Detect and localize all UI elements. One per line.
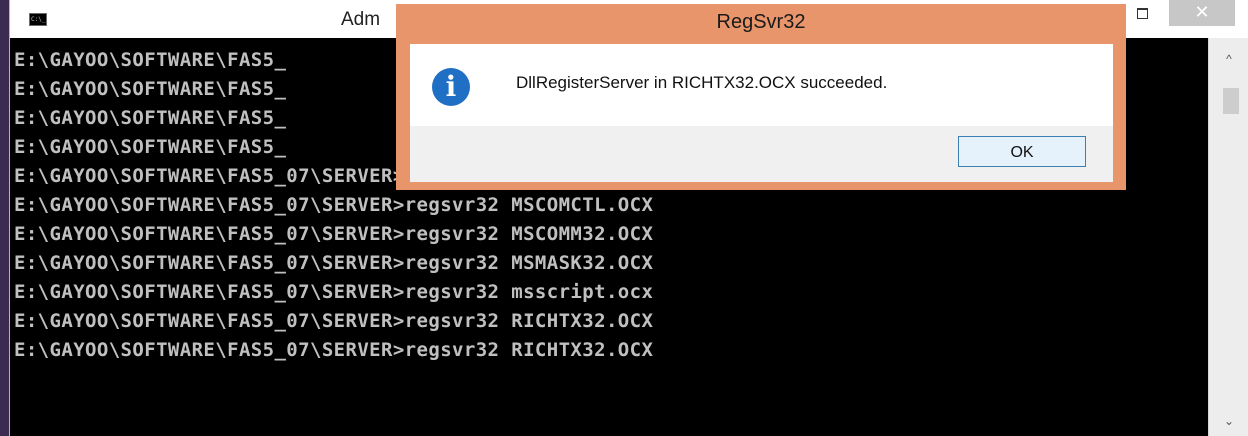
console-line: E:\GAYOO\SOFTWARE\FAS5_ (14, 78, 287, 100)
console-line: E:\GAYOO\SOFTWARE\FAS5_ (14, 107, 287, 129)
info-icon: i (432, 68, 470, 106)
console-line: E:\GAYOO\SOFTWARE\FAS5_ (14, 136, 287, 158)
regsvr32-dialog: RegSvr32 i DllRegisterServer in RICHTX32… (396, 4, 1126, 190)
scroll-up-arrow-icon[interactable]: ^ (1209, 52, 1248, 66)
window-title: Adm (341, 9, 381, 30)
vertical-scrollbar[interactable]: ^ ⌄ (1208, 38, 1248, 436)
dialog-message: DllRegisterServer in RICHTX32.OCX succee… (516, 73, 888, 92)
close-button[interactable]: ✕ (1169, 0, 1235, 26)
maximize-button[interactable] (1123, 0, 1165, 26)
console-line: E:\GAYOO\SOFTWARE\FAS5_07\SERVER>regsvr3… (14, 339, 654, 361)
scroll-down-arrow-icon[interactable]: ⌄ (1209, 414, 1248, 428)
command-prompt-icon: C:\_ (29, 13, 47, 26)
maximize-icon (1137, 8, 1148, 19)
dialog-footer: OK (410, 126, 1113, 182)
console-line: E:\GAYOO\SOFTWARE\FAS5_07\SERVER>regsvr3… (14, 194, 654, 216)
dialog-body: i DllRegisterServer in RICHTX32.OCX succ… (410, 44, 1113, 126)
console-line: E:\GAYOO\SOFTWARE\FAS5_07\SERVER>regsvr3… (14, 281, 654, 303)
dialog-title[interactable]: RegSvr32 (396, 4, 1126, 44)
console-line: E:\GAYOO\SOFTWARE\FAS5_07\SERVER>regsvr3… (14, 223, 654, 245)
console-line: E:\GAYOO\SOFTWARE\FAS5_07\SERVER>regsvr3… (14, 310, 654, 332)
console-line: E:\GAYOO\SOFTWARE\FAS5_07\SERVER>regsvr3… (14, 252, 654, 274)
ok-button[interactable]: OK (958, 136, 1086, 167)
console-line: E:\GAYOO\SOFTWARE\FAS5_ (14, 49, 287, 71)
scroll-thumb[interactable] (1223, 88, 1239, 114)
